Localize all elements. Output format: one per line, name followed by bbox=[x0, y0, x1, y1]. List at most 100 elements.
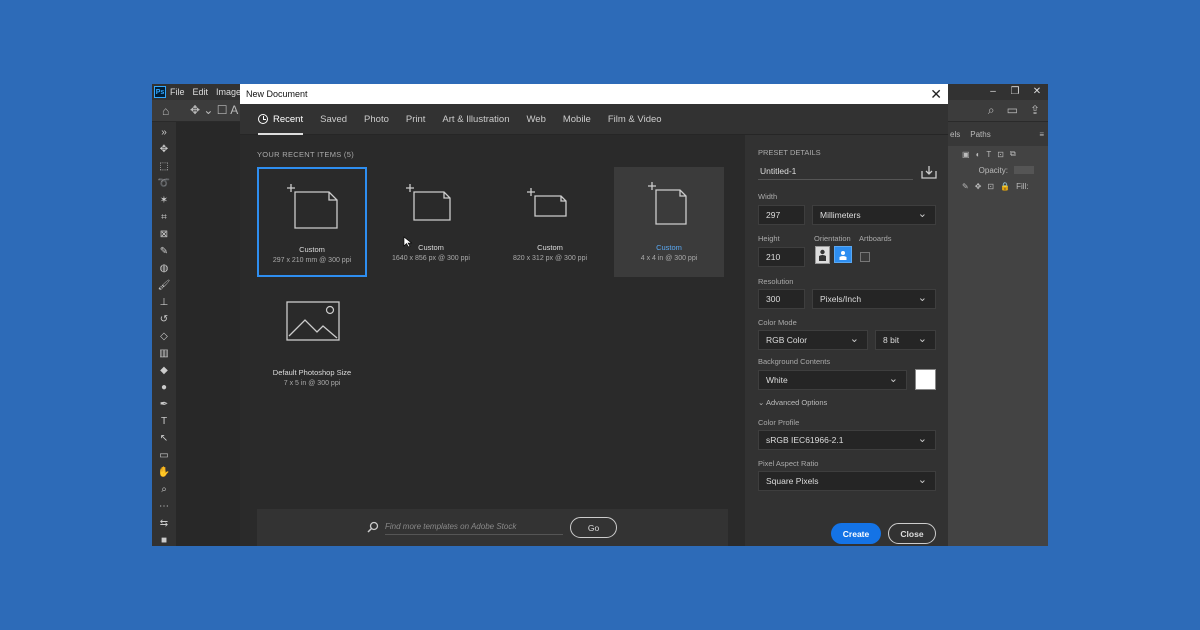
marquee-tool-icon[interactable]: ⬚ bbox=[159, 158, 168, 175]
filter-type-icon[interactable]: T bbox=[986, 150, 991, 159]
advanced-options-toggle[interactable]: ⌄ Advanced Options bbox=[758, 398, 827, 407]
type-tool-icon[interactable]: T bbox=[161, 413, 167, 430]
tab-web[interactable]: Web bbox=[526, 104, 545, 135]
go-button[interactable]: Go bbox=[570, 517, 617, 538]
recent-item-size: 820 x 312 px @ 300 ppi bbox=[512, 255, 588, 262]
color-profile-select[interactable]: sRGB IEC61966-2.1 bbox=[758, 430, 936, 450]
close-button[interactable]: Close bbox=[888, 523, 936, 544]
move-tool-icon[interactable]: ✥ bbox=[160, 141, 168, 158]
color-profile-label: Color Profile bbox=[758, 418, 800, 427]
path-selection-icon[interactable]: ↖ bbox=[160, 430, 168, 447]
history-brush-icon[interactable]: ↺ bbox=[160, 311, 168, 328]
recent-item[interactable]: Custom 4 x 4 in @ 300 ppi bbox=[614, 167, 724, 277]
menu-image[interactable]: Image bbox=[216, 87, 241, 97]
tab-saved[interactable]: Saved bbox=[320, 104, 347, 135]
blur-tool-icon[interactable]: ◆ bbox=[160, 362, 168, 379]
lock-artboard-icon[interactable]: ⊡ bbox=[987, 182, 994, 191]
lasso-tool-icon[interactable]: ➰ bbox=[158, 175, 170, 192]
tab-recent[interactable]: Recent bbox=[258, 104, 304, 135]
tab-mobile[interactable]: Mobile bbox=[563, 104, 591, 135]
category-tabs: Recent Saved Photo Print Art & Illustrat… bbox=[240, 104, 948, 135]
collapse-icon[interactable]: » bbox=[161, 124, 167, 141]
healing-brush-icon[interactable]: ◍ bbox=[160, 260, 169, 277]
filter-smart-icon[interactable]: ⧉ bbox=[1010, 149, 1016, 159]
pixel-aspect-ratio-select[interactable]: Square Pixels bbox=[758, 471, 936, 491]
clone-stamp-icon[interactable]: ⊥ bbox=[160, 294, 169, 311]
bit-depth-select[interactable]: 8 bit bbox=[875, 330, 936, 350]
document-name-field[interactable]: Untitled-1 bbox=[758, 162, 913, 180]
search-icon bbox=[367, 521, 379, 533]
width-label: Width bbox=[758, 192, 778, 201]
recent-item[interactable]: Custom 1640 x 856 px @ 300 ppi bbox=[376, 167, 486, 277]
stock-search-input[interactable] bbox=[385, 519, 563, 535]
share-icon[interactable]: ⇪ bbox=[1030, 103, 1040, 118]
tab-print[interactable]: Print bbox=[406, 104, 426, 135]
color-mode-select[interactable]: RGB Color bbox=[758, 330, 868, 350]
resolution-input[interactable]: 300 bbox=[758, 289, 805, 309]
preset-details-heading: PRESET DETAILS bbox=[758, 148, 821, 157]
filter-image-icon[interactable]: ▣ bbox=[962, 150, 970, 159]
magic-wand-icon[interactable]: ✶ bbox=[160, 192, 168, 209]
frame-tool-icon[interactable]: ⊠ bbox=[160, 226, 168, 243]
person-landscape-icon bbox=[839, 250, 847, 260]
panel-tab-layers[interactable]: els bbox=[950, 130, 960, 139]
resolution-unit-select[interactable]: Pixels/Inch bbox=[812, 289, 936, 309]
restore-button[interactable]: ❐ bbox=[1004, 84, 1026, 100]
menu-file[interactable]: File bbox=[170, 87, 185, 97]
artboards-checkbox[interactable] bbox=[860, 252, 870, 262]
home-icon[interactable]: ⌂ bbox=[162, 104, 169, 118]
lock-position-icon[interactable]: ✥ bbox=[975, 182, 982, 191]
swap-colors-icon[interactable]: ⇆ bbox=[160, 515, 168, 532]
recent-item[interactable]: Custom 297 x 210 mm @ 300 ppi bbox=[257, 167, 367, 277]
background-color-swatch[interactable] bbox=[915, 369, 936, 390]
mouse-cursor-icon bbox=[403, 236, 413, 248]
eraser-icon[interactable]: ◇ bbox=[160, 328, 168, 345]
tab-film-video[interactable]: Film & Video bbox=[608, 104, 662, 135]
workspace-icon[interactable]: ▭ bbox=[1007, 103, 1018, 118]
create-button[interactable]: Create bbox=[831, 523, 881, 544]
opacity-field[interactable] bbox=[1014, 166, 1034, 174]
recent-item-size: 1640 x 856 px @ 300 ppi bbox=[392, 255, 470, 262]
background-contents-select[interactable]: White bbox=[758, 370, 907, 390]
height-input[interactable]: 210 bbox=[758, 247, 805, 267]
move-tool-icon[interactable]: ✥ ⌄ ☐ A bbox=[190, 103, 238, 117]
filter-shape-icon[interactable]: ⊡ bbox=[997, 150, 1004, 159]
hand-tool-icon[interactable]: ✋ bbox=[158, 464, 170, 481]
right-panels: els Paths ≡ ▣ ◐ T ⊡ ⧉ Opacity: ✎ ✥ ⊡ 🔒 F… bbox=[948, 122, 1048, 546]
eyedropper-icon[interactable]: ✎ bbox=[160, 243, 168, 260]
filter-adjust-icon[interactable]: ◐ bbox=[976, 150, 981, 159]
width-unit-select[interactable]: Millimeters bbox=[812, 205, 936, 225]
color-mode-label: Color Mode bbox=[758, 318, 797, 327]
chevron-down-icon: ⌄ bbox=[758, 398, 765, 407]
recent-item[interactable]: Custom 820 x 312 px @ 300 ppi bbox=[495, 167, 605, 277]
search-icon[interactable]: ⌕ bbox=[988, 103, 995, 118]
panel-tab-paths[interactable]: Paths bbox=[970, 130, 990, 139]
recent-item-name: Default Photoshop Size bbox=[272, 368, 352, 377]
close-icon[interactable]: ✕ bbox=[930, 86, 942, 102]
tab-photo[interactable]: Photo bbox=[364, 104, 389, 135]
recent-item-name: Custom bbox=[418, 243, 444, 252]
more-tools-icon[interactable]: ⋯ bbox=[159, 498, 169, 515]
options-right-icons: ⌕ ▭ ⇪ bbox=[988, 103, 1040, 118]
zoom-tool-icon[interactable]: ⌕ bbox=[161, 481, 167, 498]
dodge-tool-icon[interactable]: ● bbox=[161, 379, 167, 396]
minimize-button[interactable]: – bbox=[982, 84, 1004, 100]
brush-tool-icon[interactable]: 🖌 bbox=[158, 277, 171, 294]
background-contents-label: Background Contents bbox=[758, 357, 831, 366]
crop-tool-icon[interactable]: ⌗ bbox=[161, 209, 167, 226]
lock-all-icon[interactable]: 🔒 bbox=[1000, 182, 1010, 191]
panel-menu-icon[interactable]: ≡ bbox=[1039, 130, 1044, 139]
portrait-orientation-button[interactable] bbox=[815, 246, 830, 264]
color-swatches-icon[interactable]: ■ bbox=[161, 532, 167, 546]
tab-art-illustration[interactable]: Art & Illustration bbox=[442, 104, 509, 135]
pen-tool-icon[interactable]: ✒ bbox=[160, 396, 168, 413]
menu-edit[interactable]: Edit bbox=[193, 87, 209, 97]
lock-pixels-icon[interactable]: ✎ bbox=[962, 182, 969, 191]
landscape-orientation-button[interactable] bbox=[834, 246, 852, 263]
gradient-tool-icon[interactable]: ▥ bbox=[159, 345, 168, 362]
save-preset-icon[interactable] bbox=[921, 165, 937, 179]
recent-item[interactable]: Default Photoshop Size 7 x 5 in @ 300 pp… bbox=[257, 292, 367, 402]
window-close-button[interactable]: ✕ bbox=[1026, 84, 1048, 100]
rectangle-tool-icon[interactable]: ▭ bbox=[159, 447, 168, 464]
width-input[interactable]: 297 bbox=[758, 205, 805, 225]
